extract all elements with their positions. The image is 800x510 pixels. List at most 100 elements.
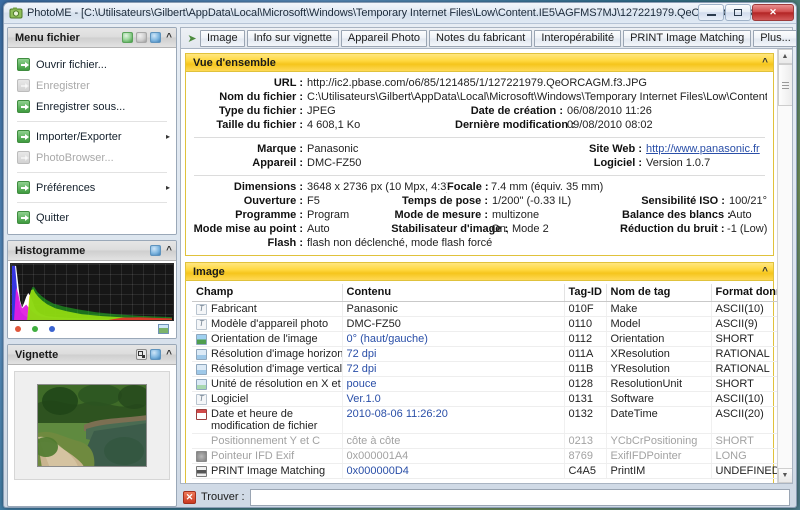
table-row[interactable]: PRINT Image Matching 0x000000D4 C4A5 Pri… bbox=[192, 463, 777, 479]
find-input[interactable] bbox=[249, 488, 790, 506]
menu-item-open[interactable]: Ouvrir fichier... bbox=[8, 54, 176, 75]
column-header-tagid[interactable]: Tag-ID bbox=[564, 284, 607, 302]
histogram-header: Histogramme ^ bbox=[8, 241, 176, 261]
tab-more[interactable]: Plus... bbox=[753, 29, 796, 47]
histogram-body bbox=[8, 261, 176, 338]
vertical-scrollbar[interactable]: ▲ ▼ bbox=[777, 49, 792, 483]
table-row[interactable]: Pointeur IFD Exif 0x000001A4 8769 ExifIF… bbox=[192, 448, 777, 464]
find-close-button[interactable]: ✕ bbox=[183, 490, 196, 504]
scrollbar-grip-icon bbox=[781, 81, 789, 89]
menu-item-save-as[interactable]: Enregistrer sous... bbox=[8, 96, 176, 117]
maximize-button[interactable] bbox=[725, 4, 751, 21]
overview-body: URL : http://ic2.pbase.com/o6/85/121485/… bbox=[186, 72, 773, 255]
cell-field: Résolution d'image horizontale bbox=[192, 346, 343, 362]
table-row[interactable]: Logiciel Ver.1.0 0131 Software ASCII(10) bbox=[192, 391, 777, 407]
detach-icon[interactable] bbox=[136, 32, 148, 43]
menu-item-import-export[interactable]: Importer/Exporter ▸ bbox=[8, 126, 176, 147]
menu-item-preferences[interactable]: Préférences ▸ bbox=[8, 177, 176, 198]
table-row[interactable]: Orientation de l'image 0° (haut/gauche) … bbox=[192, 331, 777, 347]
overview-wb-label: Balance des blancs : bbox=[622, 209, 731, 221]
tab-thumbnail-info[interactable]: Info sur vignette bbox=[246, 29, 339, 47]
field-label: Résolution d'image verticale bbox=[211, 363, 342, 375]
menu-item-quit[interactable]: Quitter bbox=[8, 207, 176, 228]
overview-website-label: Site Web : bbox=[589, 143, 642, 155]
collapse-icon[interactable]: ^ bbox=[762, 57, 768, 68]
histogram-legend bbox=[10, 321, 174, 336]
table-row[interactable]: Modèle d'appareil photo DMC-FZ50 0110 Mo… bbox=[192, 316, 777, 332]
overview-focus-label: Mode mise au point : bbox=[193, 223, 303, 235]
collapse-icon[interactable]: ^ bbox=[166, 245, 172, 256]
tab-print-image-matching[interactable]: PRINT Image Matching bbox=[623, 29, 752, 47]
cell-tagid: 0213 bbox=[564, 433, 607, 449]
scroll-down-button[interactable]: ▼ bbox=[777, 468, 792, 483]
overview-software-value: Version 1.0.7 bbox=[646, 157, 711, 169]
menu-item-photobrowser: PhotoBrowser... bbox=[8, 147, 176, 168]
cell-tagname: Orientation bbox=[606, 331, 712, 347]
menu-label: Enregistrer sous... bbox=[36, 100, 126, 113]
overview-filesize-value: 4 608,1 Ko bbox=[307, 119, 361, 131]
cell-field: Fabricant bbox=[192, 301, 343, 317]
tab-scroll-left-icon[interactable]: ➤ bbox=[184, 32, 200, 45]
thumbnail-image[interactable] bbox=[37, 384, 147, 467]
column-header-nomdetag[interactable]: Nom de tag bbox=[606, 284, 712, 302]
help-icon[interactable] bbox=[150, 32, 162, 43]
overview-noise-value: -1 (Low) bbox=[727, 223, 767, 235]
scroll-up-button[interactable]: ▲ bbox=[777, 49, 792, 64]
help-icon[interactable] bbox=[150, 245, 162, 256]
tab-interoperability[interactable]: Interopérabilité bbox=[534, 29, 622, 47]
column-header-contenu[interactable]: Contenu bbox=[342, 284, 565, 302]
table-row[interactable]: Fabricant Panasonic 010F Make ASCII(10) bbox=[192, 301, 777, 317]
histogram-image-icon[interactable] bbox=[158, 324, 169, 334]
field-label: Pointeur IFD Exif bbox=[211, 450, 295, 462]
table-row[interactable]: Unité de résolution en X et Y pouce 0128… bbox=[192, 376, 777, 392]
overview-dimensions-value: 3648 x 2736 px (10 Mpx, 4:3) bbox=[307, 181, 447, 193]
overview-noise-label: Réduction du bruit : bbox=[620, 223, 725, 235]
title-bar: PhotoME - [C:\Utilisateurs\Gilbert\AppDa… bbox=[4, 3, 796, 24]
cell-content: 0° (haut/gauche) bbox=[342, 331, 565, 347]
overview-url-value[interactable]: http://ic2.pbase.com/o6/85/121485/1/1272… bbox=[307, 76, 647, 90]
table-row[interactable]: Positionnement Y et C côte à côte 0213 Y… bbox=[192, 433, 777, 449]
close-button[interactable]: ✕ bbox=[752, 4, 794, 21]
cell-content: côte à côte bbox=[342, 433, 565, 449]
menu-label: Ouvrir fichier... bbox=[36, 58, 107, 71]
thumbnail-header: Vignette ^ bbox=[8, 345, 176, 365]
table-row[interactable]: Résolution d'image horizontale 72 dpi 01… bbox=[192, 346, 777, 362]
column-header-format[interactable]: Format donné bbox=[711, 284, 777, 302]
overview-website-value[interactable]: http://www.panasonic.fr bbox=[646, 142, 760, 156]
legend-green-dot-icon[interactable] bbox=[32, 326, 38, 332]
new-window-icon[interactable] bbox=[122, 32, 134, 43]
thumbnail-grid-icon[interactable] bbox=[136, 349, 148, 360]
tab-bar: ➤ Image Info sur vignette Appareil Photo… bbox=[180, 27, 796, 48]
collapse-icon[interactable]: ^ bbox=[762, 266, 768, 277]
help-icon[interactable] bbox=[150, 349, 162, 360]
table-row[interactable]: Résolution d'image verticale 72 dpi 011B… bbox=[192, 361, 777, 377]
overview-row-aperture: Ouverture : F5 Temps de pose : 1/200" (-… bbox=[192, 194, 767, 208]
tab-camera[interactable]: Appareil Photo bbox=[340, 29, 428, 47]
cell-format: ASCII(10) bbox=[711, 301, 777, 317]
tab-maker-notes[interactable]: Notes du fabricant bbox=[429, 29, 533, 47]
scrollbar-thumb[interactable] bbox=[777, 64, 792, 106]
histogram-title: Histogramme bbox=[15, 244, 86, 257]
overview-iso-label: Sensibilité ISO : bbox=[641, 195, 725, 207]
cell-field: PRINT Image Matching bbox=[192, 463, 343, 479]
overview-exposure-label: Temps de pose : bbox=[402, 195, 488, 207]
histogram-plot bbox=[12, 265, 172, 320]
overview-brand-label: Marque : bbox=[257, 143, 303, 155]
table-row[interactable]: Date et heure de modification de fichier… bbox=[192, 406, 777, 434]
menu-item-save: Enregistrer bbox=[8, 75, 176, 96]
tab-image[interactable]: Image bbox=[200, 29, 245, 47]
column-header-champ[interactable]: Champ bbox=[192, 284, 343, 302]
collapse-icon[interactable]: ^ bbox=[166, 32, 172, 43]
cell-tagname: Model bbox=[606, 316, 712, 332]
scrollbar-track[interactable] bbox=[777, 64, 792, 468]
collapse-icon[interactable]: ^ bbox=[166, 349, 172, 360]
legend-blue-dot-icon[interactable] bbox=[49, 326, 55, 332]
overview-exposure-value: 1/200" (-0.33 IL) bbox=[491, 195, 572, 207]
overview-row-program: Programme : Program Mode de mesure : mul… bbox=[192, 208, 767, 222]
image-section-title: Image bbox=[193, 265, 225, 278]
overview-device-value: DMC-FZ50 bbox=[307, 157, 362, 169]
minimize-button[interactable] bbox=[698, 4, 724, 21]
cell-field: Modèle d'appareil photo bbox=[192, 316, 343, 332]
overview-row-url: URL : http://ic2.pbase.com/o6/85/121485/… bbox=[192, 76, 767, 90]
legend-red-dot-icon[interactable] bbox=[15, 326, 21, 332]
